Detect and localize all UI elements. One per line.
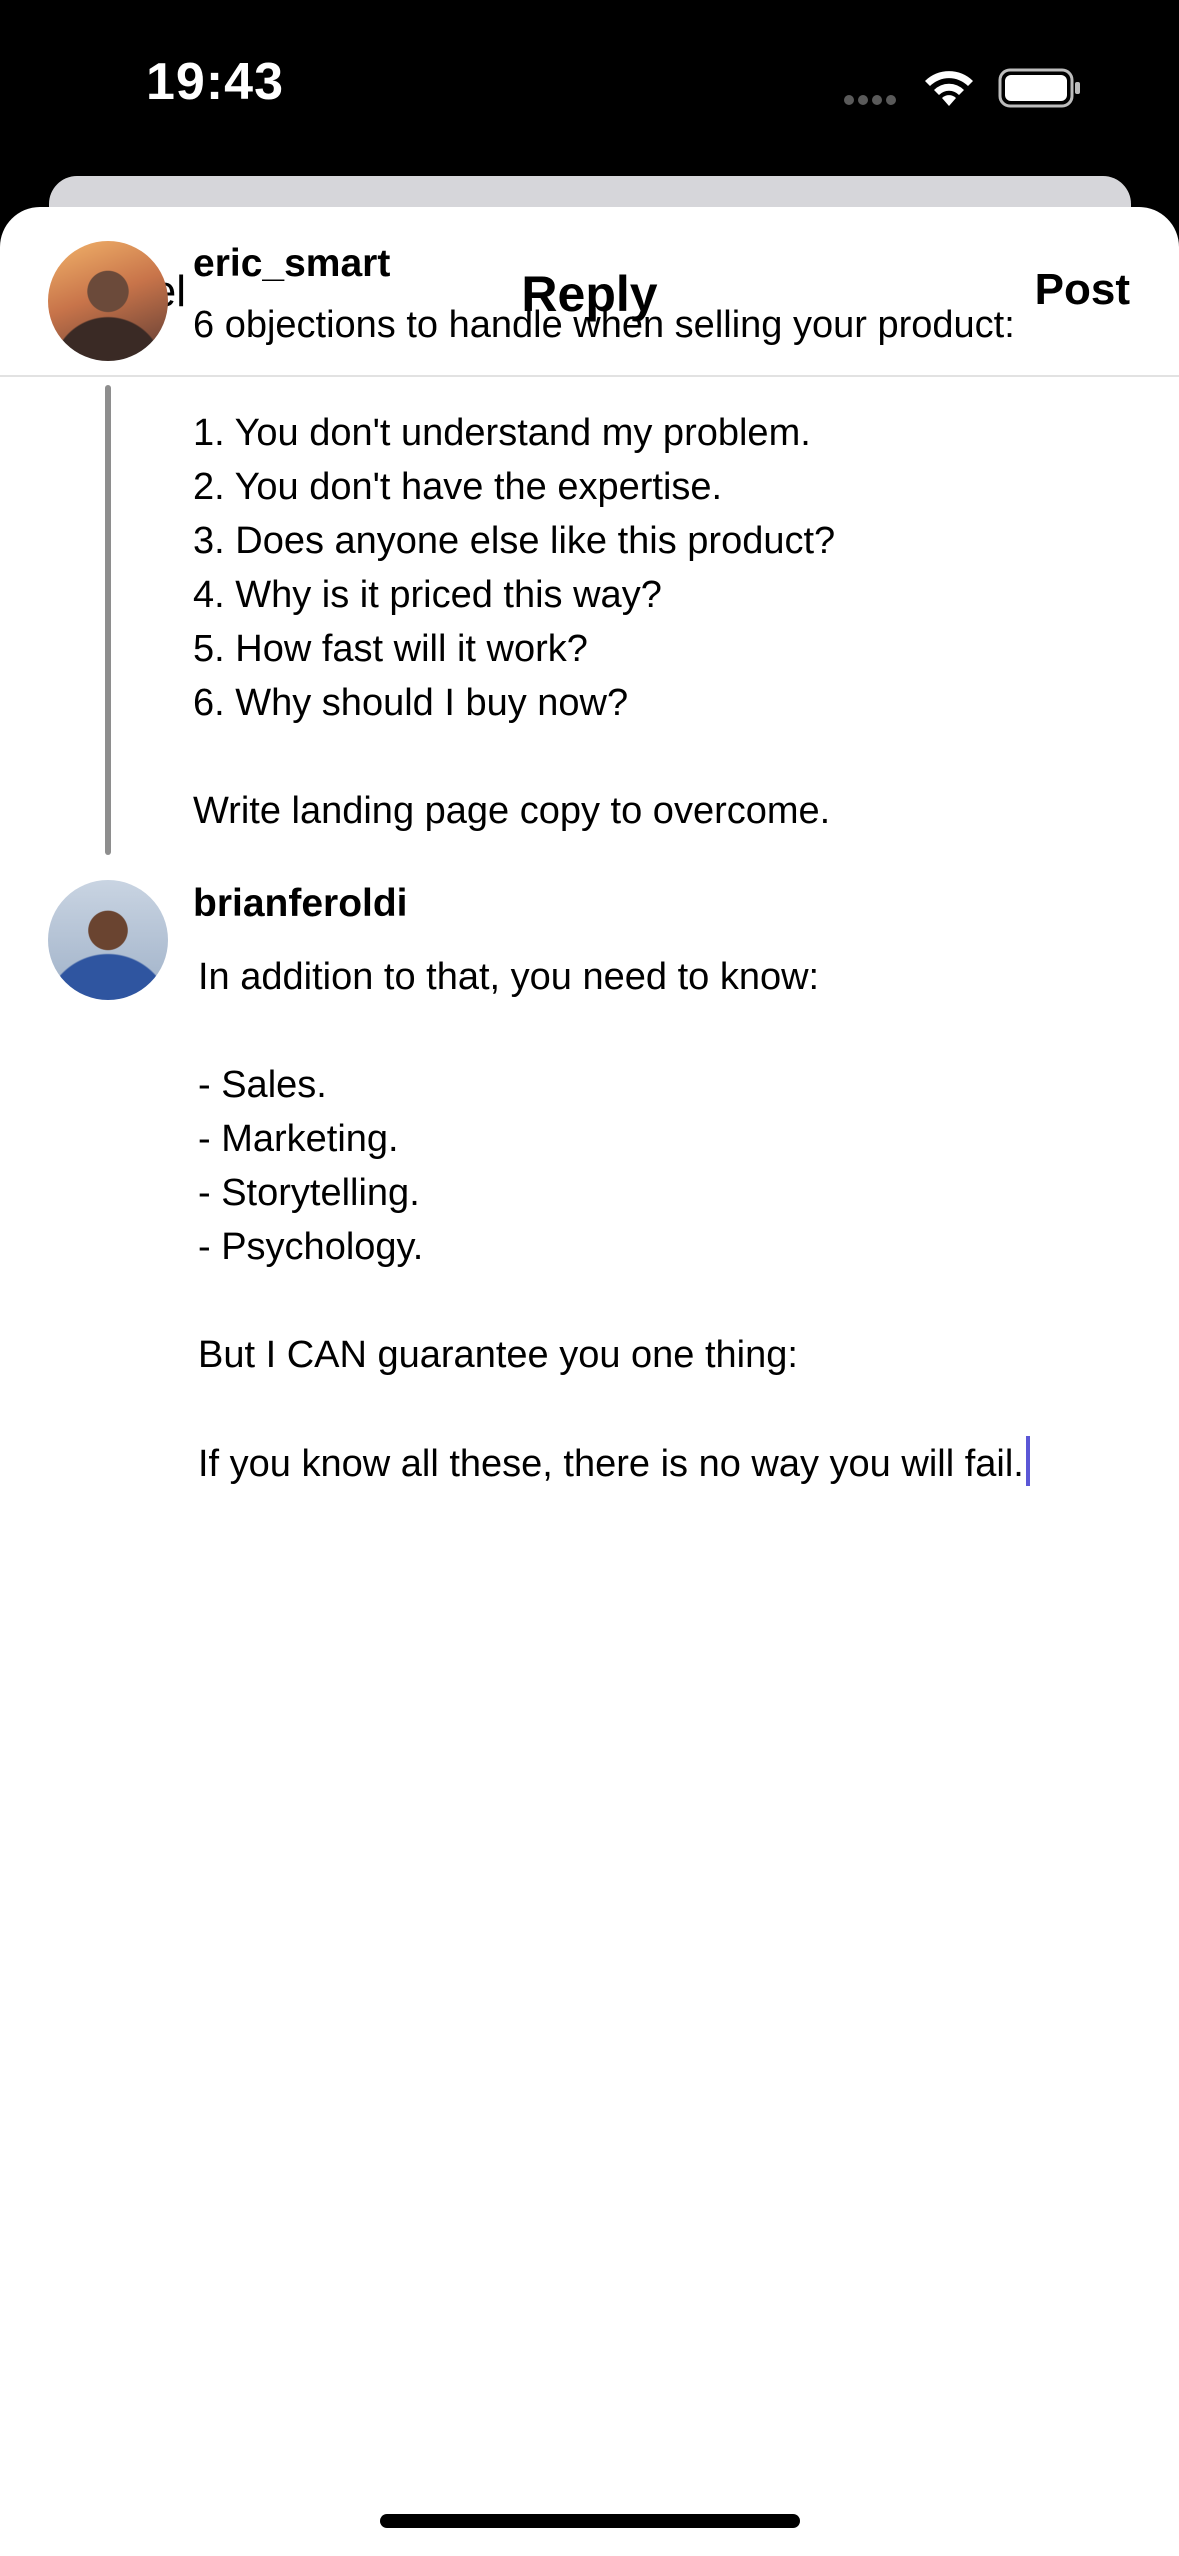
list-item: - Marketing. <box>198 1118 399 1160</box>
home-indicator[interactable] <box>380 2514 800 2528</box>
list-item: 4. Why is it priced this way? <box>193 574 662 616</box>
cellular-signal-icon <box>844 92 900 110</box>
list-item: - Storytelling. <box>198 1172 420 1214</box>
reply-last-line: If you know all these, there is no way y… <box>198 1436 1138 1491</box>
original-post-text: 6 objections to handle when selling your… <box>193 298 1133 838</box>
text-cursor <box>1025 1436 1030 1486</box>
original-post-username[interactable]: eric_smart <box>193 242 390 286</box>
post-intro: 6 objections to handle when selling your… <box>193 304 1015 346</box>
list-item: - Sales. <box>198 1064 327 1106</box>
avatar[interactable] <box>48 880 168 1000</box>
battery-icon <box>998 68 1082 113</box>
status-time: 19:43 <box>146 53 284 111</box>
list-item: - Psychology. <box>198 1226 424 1268</box>
list-item: 3. Does anyone else like this product? <box>193 520 836 562</box>
list-item: 6. Why should I buy now? <box>193 682 629 724</box>
avatar[interactable] <box>48 241 168 361</box>
reply-username: brianferoldi <box>193 882 408 925</box>
post-closing: Write landing page copy to overcome. <box>193 790 831 832</box>
status-bar: 19:43 <box>0 0 1179 176</box>
reply-text-field[interactable]: In addition to that, you need to know: -… <box>198 950 1138 1491</box>
wifi-icon <box>920 66 978 115</box>
thread-line <box>105 385 111 855</box>
reply-line: If you know all these, there is no way y… <box>198 1443 1024 1485</box>
list-item: 2. You don't have the expertise. <box>193 466 723 508</box>
reply-line: But I CAN guarantee you one thing: <box>198 1334 798 1376</box>
list-item: 5. How fast will it work? <box>193 628 588 670</box>
list-item: 1. You don't understand my problem. <box>193 412 811 454</box>
reply-intro: In addition to that, you need to know: <box>198 956 820 998</box>
